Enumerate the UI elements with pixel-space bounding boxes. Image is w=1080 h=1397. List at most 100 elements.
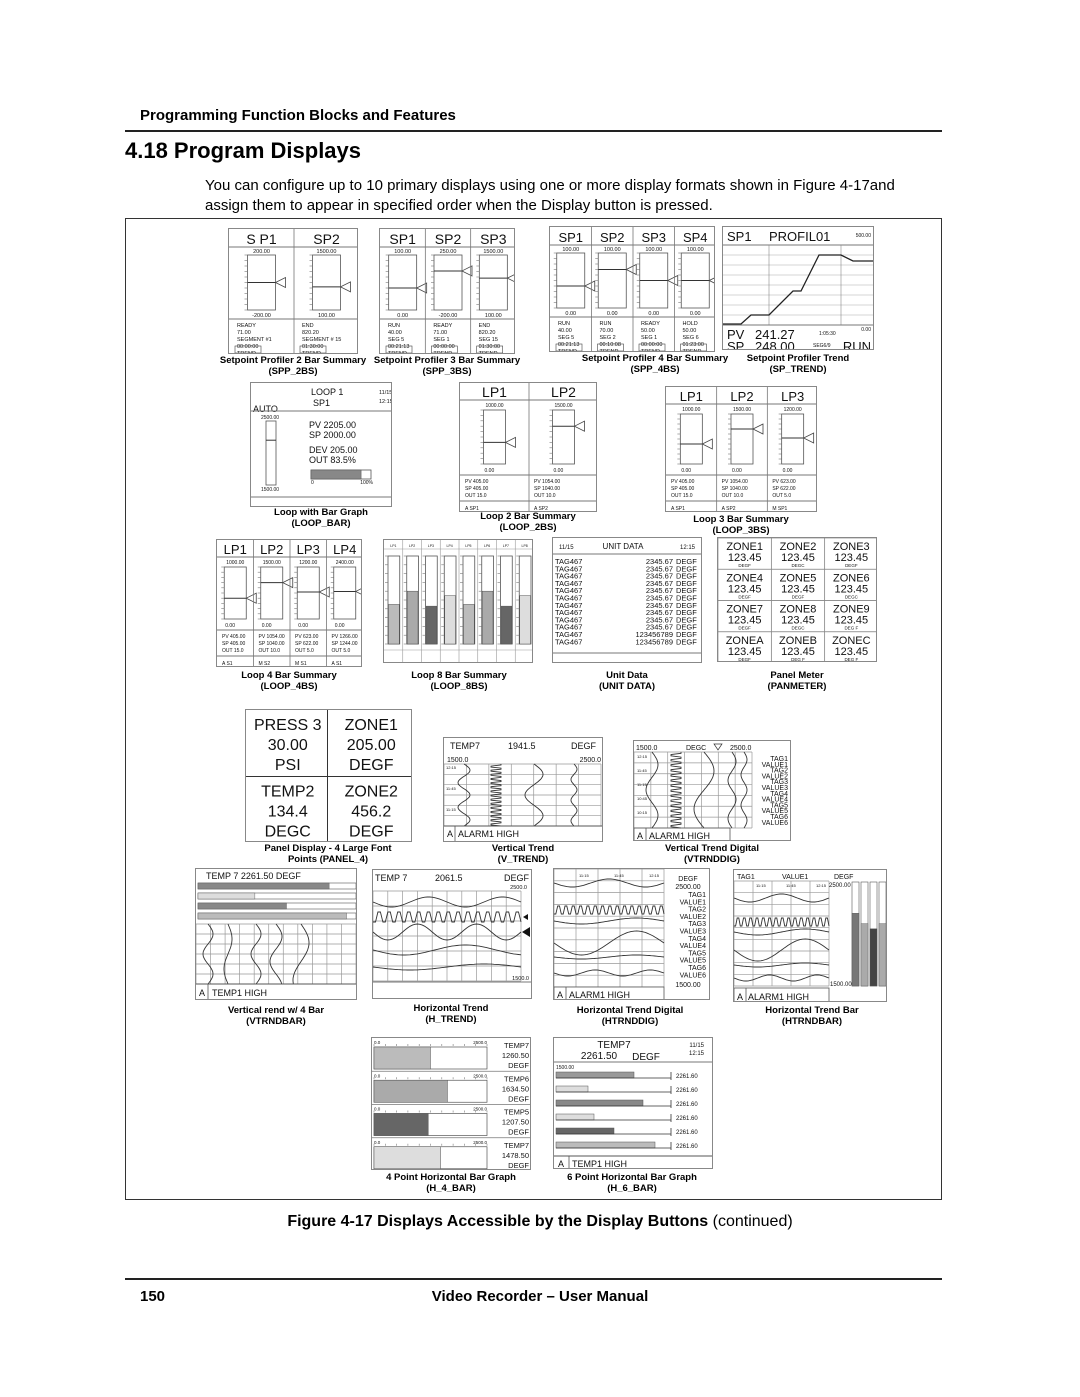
htrndbar-panel: TAG1 VALUE1 DEGF 11:15 11:45 12:15 2500.00 1500… [733,869,887,1002]
display-caption: Setpoint Profiler Trend (SP_TREND) [688,353,908,375]
display-caption: Vertical Trend Digital (VTRNDDIG) [602,843,822,865]
tag-value: VALUE3 [680,929,706,936]
status-line: TREND [388,351,407,354]
loop-name: LP7 [503,544,509,548]
status-line: TREND [302,351,321,354]
status-line: 00:10:08 [600,342,621,348]
out-line: OUT 10.0 [534,493,556,499]
bar-top-value: 100.00 [645,247,662,253]
status-line: 01:23:00 [683,342,704,348]
status-line: SEG 5 [388,337,404,343]
tag-unit: DEGF [508,1161,529,1170]
trace-5 [554,954,665,960]
scale-min: 0.0 [374,1073,381,1078]
tag-value: VALUE6 [680,972,706,979]
display-caption: 6 Point Horizontal Bar Graph (H_6_BAR) [522,1172,742,1194]
pv-line: PV 1266.00 [332,634,358,640]
scale-min: 1500.00 [556,1065,574,1071]
loop-bar-fill [444,595,456,645]
status-line: SEG 15 [479,337,498,343]
status-line: 71.00 [433,330,447,336]
bar-fill [373,1146,441,1169]
bar-top-value: 1500.00 [317,249,337,255]
loop-name: LP2 [730,389,753,404]
bar-fill [555,1141,656,1149]
loop-bar-panel: AUTO LOOP 1 SP1 11/15 12:15 2500.00 1500.00 PV … [250,382,392,507]
sp-line: SP 1040.00 [722,486,748,492]
status-line: 820.20 [479,330,496,336]
setpoint-bar-frame [478,254,508,311]
loop-bar-frame [781,413,805,465]
bar-name: SP3 [641,230,666,245]
status-line: READY [237,323,256,329]
bar-top-value: 1000.00 [485,403,503,409]
section-header: Programming Function Blocks and Features [140,107,456,124]
bar-name: SP1 [558,230,583,245]
vertical-bar-fill [869,928,878,987]
status-line: TREND [558,349,577,352]
time-label: 11:15 [446,807,456,812]
time: 12:15 [379,399,392,405]
mode-line: M S1 [295,661,307,667]
trace-3 [734,928,830,936]
pv-bar-frame [265,420,277,486]
scale-max: 2500.0 [730,745,752,752]
point-name: PRESS 3 [254,717,322,734]
status-line: RUN [600,321,612,327]
loop-bar-pointer-icon [573,420,585,432]
loop4bs-panel: LP1 1000.00 0.00 PV 405.00 SP 405.00 OUT 15.0… [216,539,362,667]
scale-min: 0.0 [374,1107,381,1112]
scale-min: 0.0 [374,1140,381,1145]
date: 11/15 [689,1043,704,1049]
tag-unit: DEGF [508,1094,529,1103]
display-code: (VTRNDDIG) [684,854,740,865]
zone-unit: DEGF [738,594,751,599]
trace-4 [734,938,830,962]
display-name: Setpoint Profiler Trend [746,353,850,364]
display-code: (LOOP_2BS) [499,522,557,533]
loop-bar-fill [482,590,494,645]
status-line: END [302,323,314,329]
status-line: 820.20 [302,330,319,336]
date: 11/15 [559,545,574,551]
tag-name: TEMP5 [504,1108,529,1117]
bar-top-value: 1200.00 [784,407,802,413]
loop-bar-frame [296,566,320,620]
time-label: 11:45 [446,786,456,791]
row-value: 2261.60 [676,1116,698,1122]
trace-1 [554,878,665,888]
display-caption: Panel Meter (PANMETER) [687,670,907,692]
h6bar-panel: TEMP7 2261.50 DEGF 11/15 12:15 1500.00 2261.60… [553,1037,713,1169]
scale-min: 1500.0 [512,976,529,982]
loop-bar-pointer-icon [752,423,764,435]
status-line: TREND [237,351,256,354]
loop-bar-pointer-icon [281,576,294,589]
out-line: OUT 5.0 [332,648,351,654]
page-title: 4.18 Program Displays [125,138,362,163]
setpoint-bar-pointer-icon [339,281,351,293]
setpoint-name: SP1 [313,398,330,408]
status-line: 00:21:13 [388,344,409,350]
scale-max: 2500.0 [473,1140,487,1145]
loop-name: LP1 [390,544,396,548]
scale-min: 1500.0 [447,757,469,764]
display-code: (SP_TREND) [769,364,827,375]
loop-name: LP6 [484,544,490,548]
display-code: (H_6_BAR) [607,1183,657,1194]
bar-name: S P1 [246,231,277,247]
loop-bar-fill [425,605,437,645]
tag-value: 1207.50 [502,1118,529,1127]
tag-value: 123456789 [635,637,673,646]
bar-top-value: 1200.00 [299,560,317,566]
pv-line: PV 623.00 [295,634,319,640]
display-code: (SPP_3BS) [422,366,472,377]
out-line: OUT 5.0 [295,648,314,654]
bar-bottom-value: 0.00 [732,468,742,474]
bar-bottom: 1500.00 [261,487,279,493]
loop3bs-panel: LP1 1000.00 0.00 PV 405.00 SP 405.00 OUT 15.0… [665,386,817,512]
sp-line: SP 1244.00 [332,641,358,647]
scale-max: 2500.0 [473,1107,487,1112]
vertical-bar-fill [878,923,886,987]
time-label: 12:15 [446,765,457,770]
status-line: 40.00 [388,330,402,336]
